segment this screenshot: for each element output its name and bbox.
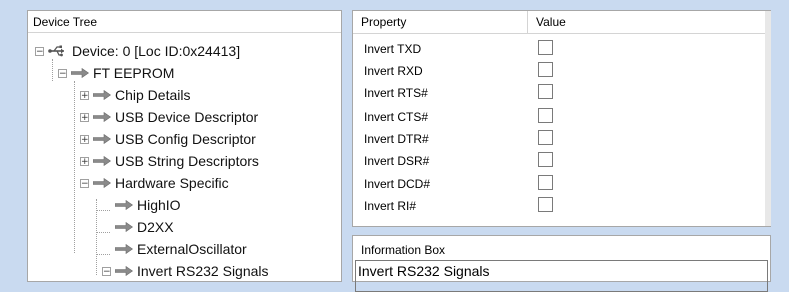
tree-node-label: Hardware Specific: [115, 175, 229, 191]
device-tree-panel: Device Tree − Device: 0 [Loc ID:0x24413] −…: [27, 10, 342, 282]
property-name: Invert DCD#: [364, 177, 431, 191]
property-row[interactable]: Invert DCD#: [353, 173, 553, 196]
tree-node[interactable]: + USB Device Descriptor: [80, 107, 258, 127]
tree-line: [52, 59, 53, 81]
information-box: Information Box Invert RS232 Signals: [352, 235, 771, 292]
tree-node-label: Chip Details: [115, 87, 191, 103]
property-row[interactable]: Invert RTS#: [353, 82, 553, 105]
device-tree-header: Device Tree: [28, 11, 341, 33]
collapse-icon[interactable]: −: [80, 178, 89, 188]
tree-node-label: Invert RS232 Signals: [137, 263, 269, 279]
column-header-value[interactable]: Value: [536, 11, 566, 33]
property-grid: Property Value Invert TXD Invert RXD Inver…: [352, 10, 771, 227]
expand-icon[interactable]: +: [80, 156, 89, 166]
property-value-checkbox[interactable]: [538, 108, 553, 123]
arrow-icon: [115, 244, 133, 254]
arrow-icon: [115, 266, 133, 276]
property-value-checkbox[interactable]: [538, 175, 553, 190]
arrow-icon: [115, 200, 133, 210]
property-row[interactable]: Invert RI#: [353, 195, 553, 218]
column-divider[interactable]: [527, 11, 528, 33]
information-box-title: Information Box: [361, 243, 446, 257]
tree-node[interactable]: − Device: 0 [Loc ID:0x24413]: [35, 41, 240, 61]
property-value-checkbox[interactable]: [538, 84, 553, 99]
arrow-icon: [115, 222, 133, 232]
tree-node[interactable]: + USB String Descriptors: [80, 151, 259, 171]
collapse-icon[interactable]: −: [58, 68, 67, 78]
column-header-property[interactable]: Property: [361, 11, 406, 33]
tree-node-label: HighIO: [137, 197, 181, 213]
property-row[interactable]: Invert RXD: [353, 60, 553, 83]
expand-icon[interactable]: +: [80, 90, 89, 100]
arrow-icon: [71, 68, 89, 78]
arrow-icon: [93, 134, 111, 144]
property-name: Invert RTS#: [364, 86, 428, 100]
property-value-checkbox[interactable]: [538, 62, 553, 77]
usb-icon: [48, 44, 68, 58]
collapse-icon[interactable]: −: [35, 46, 44, 56]
information-box-text: Invert RS232 Signals: [355, 260, 768, 292]
property-value-checkbox[interactable]: [538, 130, 553, 145]
property-name: Invert RXD: [364, 64, 423, 78]
property-value-checkbox[interactable]: [538, 152, 553, 167]
tree-node[interactable]: D2XX: [102, 217, 174, 237]
property-grid-scrollbar[interactable]: [765, 11, 771, 226]
property-row[interactable]: Invert DTR#: [353, 128, 553, 151]
arrow-icon: [93, 156, 111, 166]
property-row[interactable]: Invert CTS#: [353, 106, 553, 129]
tree-node-label: USB Config Descriptor: [115, 131, 256, 147]
tree-node[interactable]: HighIO: [102, 195, 181, 215]
tree-node-label: ExternalOscillator: [137, 241, 247, 257]
tree-node-label: Device: 0 [Loc ID:0x24413]: [72, 43, 241, 59]
tree-node[interactable]: + Chip Details: [80, 85, 190, 105]
window-left-border: [0, 0, 26, 276]
tree-line: [74, 81, 75, 253]
arrow-icon: [93, 178, 111, 188]
tree-node[interactable]: − Invert RS232 Signals: [102, 261, 269, 281]
property-grid-header: Property Value: [353, 11, 770, 34]
property-value-checkbox[interactable]: [538, 197, 553, 212]
tree-node-label: FT EEPROM: [93, 65, 175, 81]
property-name: Invert CTS#: [364, 110, 429, 124]
property-name: Invert DSR#: [364, 154, 430, 168]
expand-icon[interactable]: +: [80, 134, 89, 144]
property-name: Invert DTR#: [364, 132, 429, 146]
property-row[interactable]: Invert DSR#: [353, 150, 553, 173]
property-value-checkbox[interactable]: [538, 40, 553, 55]
tree-node[interactable]: − Hardware Specific: [80, 173, 229, 193]
property-name: Invert TXD: [364, 42, 422, 56]
property-row[interactable]: Invert TXD: [353, 38, 553, 61]
tree-node-label: USB Device Descriptor: [115, 109, 259, 125]
expand-icon[interactable]: +: [80, 112, 89, 122]
collapse-icon[interactable]: −: [102, 266, 111, 276]
arrow-icon: [93, 90, 111, 100]
tree-node[interactable]: − FT EEPROM: [58, 63, 174, 83]
window-right-border: [779, 0, 789, 276]
property-name: Invert RI#: [364, 199, 417, 213]
tree-node[interactable]: + USB Config Descriptor: [80, 129, 256, 149]
tree-node[interactable]: ExternalOscillator: [102, 239, 247, 259]
tree-node-label: USB String Descriptors: [115, 153, 259, 169]
arrow-icon: [93, 112, 111, 122]
tree-node-label: D2XX: [137, 219, 174, 235]
